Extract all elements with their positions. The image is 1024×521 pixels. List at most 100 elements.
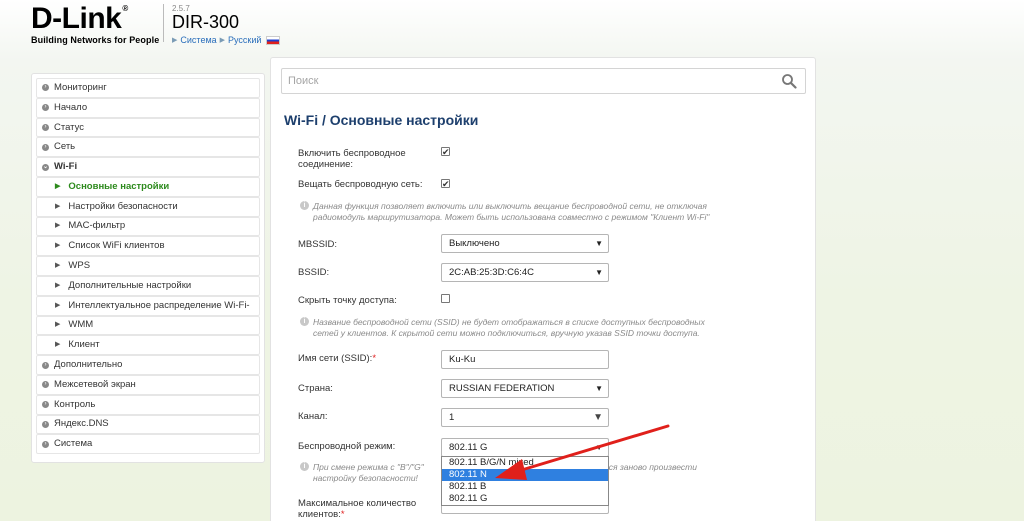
info-icon: i xyxy=(300,462,309,471)
dropdown-option-highlighted[interactable]: 802.11 N xyxy=(442,469,608,481)
sidebar-item-label: Дополнительно xyxy=(54,359,123,371)
broadcast-hint: i Данная функция позволяет включить или в… xyxy=(300,201,770,223)
sidebar-item-label: Настройки безопасности xyxy=(68,200,178,212)
mbssid-label: MBSSID: xyxy=(298,239,338,250)
sidebar-item-label: Яндекс.DNS xyxy=(54,418,109,430)
mbssid-select[interactable]: Выключено ▼ xyxy=(441,234,609,253)
wireless-mode-hint-end: тся заново произвести xyxy=(601,462,697,472)
expand-bullet-icon: › xyxy=(42,420,49,428)
expand-bullet-icon: › xyxy=(42,104,49,112)
sidebar-subitem-wmm[interactable]: ▶ WMM xyxy=(36,315,260,336)
sidebar-item-network[interactable]: › Сеть xyxy=(36,137,260,158)
sidebar-item-label: Межсетевой экран xyxy=(54,378,136,390)
dropdown-arrow-icon: ▼ xyxy=(595,239,603,248)
broadcast-label: Вещать беспроводную сеть: xyxy=(298,179,423,190)
sidebar-subitem-wifi-clients[interactable]: ▶ Список WiFi клиентов xyxy=(36,236,260,257)
sidebar-item-monitoring[interactable]: › Мониторинг xyxy=(36,78,260,98)
dropdown-option[interactable]: 802.11 B xyxy=(442,481,608,493)
sidebar-item-label: Wi-Fi xyxy=(54,161,78,173)
wireless-mode-hint-start: При смене режима с "B"/"G" xyxy=(313,462,424,472)
sidebar-item-advanced[interactable]: › Дополнительно xyxy=(36,355,260,375)
sidebar-item-label: Список WiFi клиентов xyxy=(68,240,165,252)
channel-select[interactable]: 1 ▼ xyxy=(441,408,609,427)
info-icon: i xyxy=(300,317,309,326)
hide-ap-label: Скрыть точку доступа: xyxy=(298,295,397,306)
expand-bullet-icon: › xyxy=(42,84,49,92)
sidebar-item-status[interactable]: › Статус xyxy=(36,117,260,138)
sidebar-item-label: Мониторинг xyxy=(54,81,107,93)
sidebar-subitem-mac-filter[interactable]: ▶ MAC-фильтр xyxy=(36,216,260,237)
caret-right-icon: ▶ xyxy=(55,222,61,230)
sidebar-item-label: Основные настройки xyxy=(68,180,170,192)
ssid-label: Имя сети (SSID):* xyxy=(298,353,376,364)
bssid-select[interactable]: 2C:AB:25:3D:C6:4C ▼ xyxy=(441,263,609,282)
caret-right-icon: ▶ xyxy=(55,321,61,329)
bssid-value: 2C:AB:25:3D:C6:4C xyxy=(449,267,535,278)
sidebar-subitem-smart-distribution[interactable]: ▶ Интеллектуальное распределение Wi-Fi- xyxy=(36,295,260,316)
required-marker: * xyxy=(340,509,345,520)
caret-right-icon: ▶ xyxy=(55,242,61,250)
dropdown-option[interactable]: 802.11 B/G/N mixed xyxy=(442,457,608,469)
sidebar-item-label: MAC-фильтр xyxy=(68,220,126,232)
caret-right-icon: ▶ xyxy=(55,341,61,349)
sidebar-item-control[interactable]: › Контроль xyxy=(36,394,260,415)
caret-right-icon: ▶ xyxy=(55,182,61,190)
expand-bullet-icon: › xyxy=(42,123,49,131)
broadcast-hint-line2: радиомодуль маршрутизатора. Может быть и… xyxy=(313,212,710,222)
max-clients-label-line2: клиентов: xyxy=(298,509,341,520)
main-panel: Wi-Fi / Основные настройки Включить бесп… xyxy=(270,57,816,521)
expand-bullet-icon: › xyxy=(42,361,49,369)
system-link[interactable]: Система xyxy=(180,35,216,45)
sidebar-item-start[interactable]: › Начало xyxy=(36,97,260,118)
hide-ap-checkbox[interactable] xyxy=(441,294,450,303)
caret-right-icon: ▶ xyxy=(55,202,61,210)
wireless-mode-select[interactable]: 802.11 G ▼ xyxy=(441,438,609,457)
russian-flag-icon[interactable] xyxy=(266,35,281,45)
logo-text: D-Link xyxy=(31,2,122,35)
search-icon[interactable] xyxy=(781,73,797,89)
sidebar-item-system[interactable]: › Система xyxy=(36,434,260,455)
expand-bullet-icon: › xyxy=(42,381,49,389)
country-select[interactable]: RUSSIAN FEDERATION ▼ xyxy=(441,379,609,398)
ssid-input[interactable]: Ku-Ku xyxy=(441,350,609,369)
sidebar-subitem-client[interactable]: ▶ Клиент xyxy=(36,335,260,356)
dropdown-option[interactable]: 802.11 G xyxy=(442,493,608,505)
wireless-mode-label: Беспроводной режим: xyxy=(298,441,396,452)
logo-reg-mark: ® xyxy=(122,4,128,13)
caret-right-icon: ▶ xyxy=(55,281,61,289)
sidebar-item-label: Начало xyxy=(54,101,88,113)
caret-right-icon: ▶ xyxy=(55,262,61,270)
sidebar-subitem-security[interactable]: ▶ Настройки безопасности xyxy=(36,196,260,217)
sidebar-item-label: WMM xyxy=(68,319,94,331)
max-clients-label-line1: Максимальное количество xyxy=(298,498,417,509)
header: D-Link ® Building Networks for People 2.5… xyxy=(0,0,1024,56)
collapse-bullet-icon: ⌄ xyxy=(42,163,49,171)
dropdown-arrow-icon: ▼ xyxy=(595,384,603,393)
sidebar-item-yandex-dns[interactable]: › Яндекс.DNS xyxy=(36,414,260,435)
country-value: RUSSIAN FEDERATION xyxy=(449,383,555,394)
enable-wireless-checkbox[interactable]: ✔ xyxy=(441,147,450,157)
ssid-label-text: Имя сети (SSID): xyxy=(298,353,373,364)
sidebar-item-label: Интеллектуальное распределение Wi-Fi- xyxy=(68,299,250,311)
sidebar-item-label: WPS xyxy=(68,260,91,272)
sidebar-item-label: Статус xyxy=(54,121,85,133)
sidebar-subitem-wps[interactable]: ▶ WPS xyxy=(36,256,260,276)
sidebar-item-label: Сеть xyxy=(54,141,76,153)
channel-value: 1 xyxy=(449,412,455,423)
sidebar-item-wifi[interactable]: ⌄ Wi-Fi xyxy=(36,157,260,177)
hide-ap-hint-line2: сетей у клиентов. К скрытой сети можно п… xyxy=(313,328,700,338)
broadcast-checkbox[interactable]: ✔ xyxy=(441,179,450,189)
sidebar-subitem-basic-settings[interactable]: ▶ Основные настройки xyxy=(36,176,260,197)
caret-right-icon: ▶ xyxy=(55,301,61,309)
language-link[interactable]: Русский xyxy=(228,35,261,45)
sidebar-item-label: Система xyxy=(54,438,93,450)
triangle-right-icon: ▶ xyxy=(219,37,226,44)
enable-wireless-label-line2: соединение: xyxy=(298,159,354,170)
country-label: Страна: xyxy=(298,383,333,394)
dropdown-arrow-icon: ▼ xyxy=(593,412,603,423)
sidebar-item-firewall[interactable]: › Межсетевой экран xyxy=(36,374,260,395)
sidebar-subitem-advanced-wifi[interactable]: ▶ Дополнительные настройки xyxy=(36,275,260,296)
channel-label: Канал: xyxy=(298,411,328,422)
dlink-logo[interactable]: D-Link ® Building Networks for People xyxy=(31,2,159,46)
search-input[interactable] xyxy=(281,68,806,94)
